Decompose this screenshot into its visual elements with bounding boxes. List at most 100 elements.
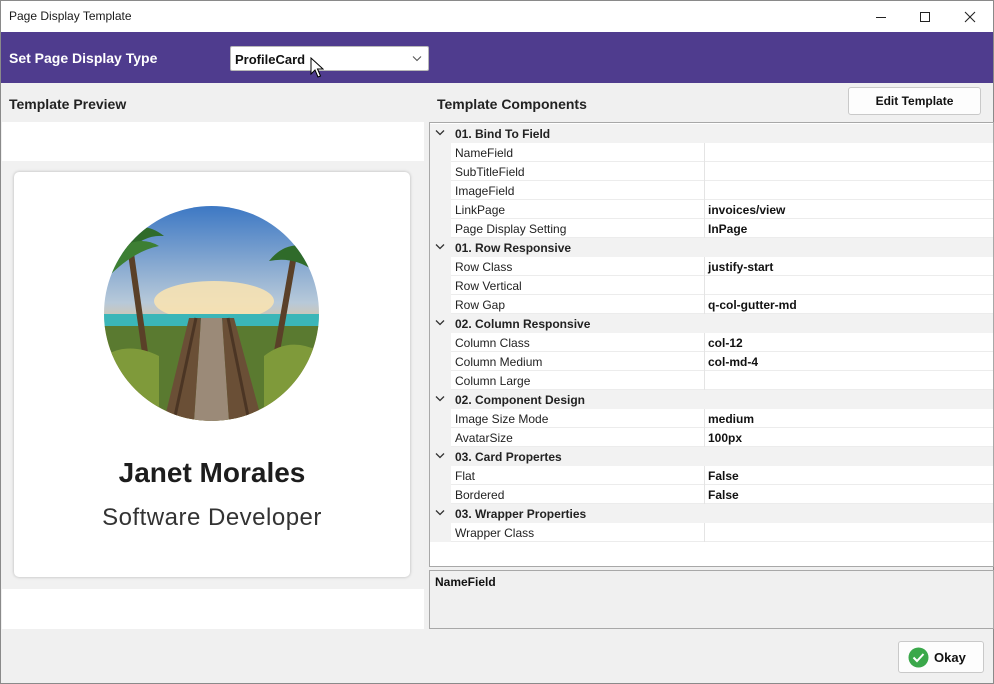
grid-category-label: 01. Bind To Field — [455, 127, 551, 141]
display-type-select[interactable]: ProfileCard — [230, 46, 429, 71]
grid-category[interactable]: 02. Component Design — [430, 390, 993, 409]
template-preview-pane: Janet Morales Software Developer — [2, 122, 424, 629]
grid-property-row[interactable]: ImageField — [430, 181, 993, 200]
avatar-beach-image — [104, 206, 319, 421]
grid-property-row[interactable]: NameField — [430, 143, 993, 162]
grid-property-row[interactable]: SubTitleField — [430, 162, 993, 181]
collapse-chevron-icon[interactable] — [435, 395, 445, 403]
grid-gutter — [430, 485, 451, 504]
grid-gutter — [430, 295, 451, 314]
grid-property-value[interactable]: InPage — [708, 222, 747, 236]
collapse-chevron-icon[interactable] — [435, 509, 445, 517]
edit-template-button[interactable]: Edit Template — [848, 87, 981, 115]
grid-property-row[interactable]: Wrapper Class — [430, 523, 993, 542]
grid-divider — [704, 485, 705, 504]
avatar — [104, 206, 319, 421]
grid-divider — [704, 219, 705, 238]
grid-property-value[interactable]: col-12 — [708, 336, 743, 350]
grid-property-name: Row Class — [455, 260, 513, 274]
grid-property-value[interactable]: False — [708, 488, 739, 502]
grid-property-row[interactable]: Column Medium col-md-4 — [430, 352, 993, 371]
grid-gutter — [430, 143, 451, 162]
check-circle-icon — [908, 647, 929, 668]
close-button[interactable] — [947, 1, 993, 32]
grid-category-label: 01. Row Responsive — [455, 241, 572, 255]
grid-property-value[interactable]: medium — [708, 412, 754, 426]
maximize-button[interactable] — [902, 1, 948, 32]
grid-property-value[interactable]: col-md-4 — [708, 355, 758, 369]
profile-card: Janet Morales Software Developer — [14, 172, 410, 577]
grid-category[interactable]: 01. Row Responsive — [430, 238, 993, 257]
grid-category[interactable]: 02. Column Responsive — [430, 314, 993, 333]
okay-button[interactable]: Okay — [898, 641, 984, 673]
display-type-value: ProfileCard — [235, 52, 306, 67]
grid-property-name: Column Large — [455, 374, 531, 388]
grid-property-row[interactable]: Bordered False — [430, 485, 993, 504]
display-type-header: Set Page Display Type ProfileCard — [1, 32, 993, 83]
grid-category[interactable]: 01. Bind To Field — [430, 124, 993, 143]
grid-property-row[interactable]: Row Class justify-start — [430, 257, 993, 276]
grid-category-label: 02. Column Responsive — [455, 317, 591, 331]
grid-divider — [704, 352, 705, 371]
collapse-chevron-icon[interactable] — [435, 129, 445, 137]
property-description-pane: NameField — [429, 570, 994, 629]
grid-property-value[interactable]: justify-start — [708, 260, 773, 274]
grid-category-label: 03. Card Propertes — [455, 450, 562, 464]
grid-divider — [704, 181, 705, 200]
grid-property-row[interactable]: LinkPage invoices/view — [430, 200, 993, 219]
grid-property-name: Row Gap — [455, 298, 506, 312]
grid-gutter — [430, 200, 451, 219]
grid-divider — [704, 371, 705, 390]
display-type-label: Set Page Display Type — [9, 50, 158, 66]
grid-gutter — [430, 219, 451, 238]
grid-property-value[interactable]: False — [708, 469, 739, 483]
grid-gutter — [430, 181, 451, 200]
grid-property-name: Image Size Mode — [455, 412, 549, 426]
okay-label: Okay — [934, 650, 966, 665]
grid-property-name: Column Medium — [455, 355, 543, 369]
title-bar: Page Display Template — [1, 1, 993, 32]
grid-divider — [704, 276, 705, 295]
grid-property-row[interactable]: Row Vertical — [430, 276, 993, 295]
grid-property-name: LinkPage — [455, 203, 506, 217]
grid-property-row[interactable]: Row Gap q-col-gutter-md — [430, 295, 993, 314]
grid-divider — [704, 257, 705, 276]
grid-property-name: NameField — [455, 146, 514, 160]
grid-divider — [704, 200, 705, 219]
grid-divider — [704, 523, 705, 542]
grid-property-row[interactable]: Image Size Mode medium — [430, 409, 993, 428]
grid-property-name: Row Vertical — [455, 279, 522, 293]
template-components-title: Template Components — [437, 96, 587, 112]
grid-gutter — [430, 352, 451, 371]
grid-property-name: ImageField — [455, 184, 515, 198]
grid-category[interactable]: 03. Card Propertes — [430, 447, 993, 466]
grid-property-row[interactable]: Page Display Setting InPage — [430, 219, 993, 238]
grid-property-row[interactable]: Column Large — [430, 371, 993, 390]
minimize-button[interactable] — [858, 1, 904, 32]
chevron-down-icon — [412, 56, 422, 62]
dialog-window: Page Display Template Set Page Display T… — [0, 0, 994, 684]
grid-divider — [704, 143, 705, 162]
description-title: NameField — [435, 575, 496, 589]
grid-property-row[interactable]: Flat False — [430, 466, 993, 485]
grid-property-row[interactable]: Column Class col-12 — [430, 333, 993, 352]
grid-property-name: AvatarSize — [455, 431, 513, 445]
grid-property-value[interactable]: 100px — [708, 431, 742, 445]
grid-category-label: 02. Component Design — [455, 393, 586, 407]
grid-property-name: Column Class — [455, 336, 530, 350]
grid-category-label: 03. Wrapper Properties — [455, 507, 587, 521]
grid-property-value[interactable]: invoices/view — [708, 203, 785, 217]
property-grid[interactable]: 01. Bind To Field NameField SubTitleField I… — [429, 122, 994, 567]
grid-gutter — [430, 371, 451, 390]
grid-divider — [704, 409, 705, 428]
grid-category[interactable]: 03. Wrapper Properties — [430, 504, 993, 523]
grid-divider — [704, 295, 705, 314]
collapse-chevron-icon[interactable] — [435, 319, 445, 327]
grid-divider — [704, 162, 705, 181]
collapse-chevron-icon[interactable] — [435, 243, 445, 251]
close-icon — [964, 11, 976, 22]
grid-property-row[interactable]: AvatarSize 100px — [430, 428, 993, 447]
grid-property-value[interactable]: q-col-gutter-md — [708, 298, 797, 312]
collapse-chevron-icon[interactable] — [435, 452, 445, 460]
card-subtitle: Software Developer — [102, 504, 322, 531]
